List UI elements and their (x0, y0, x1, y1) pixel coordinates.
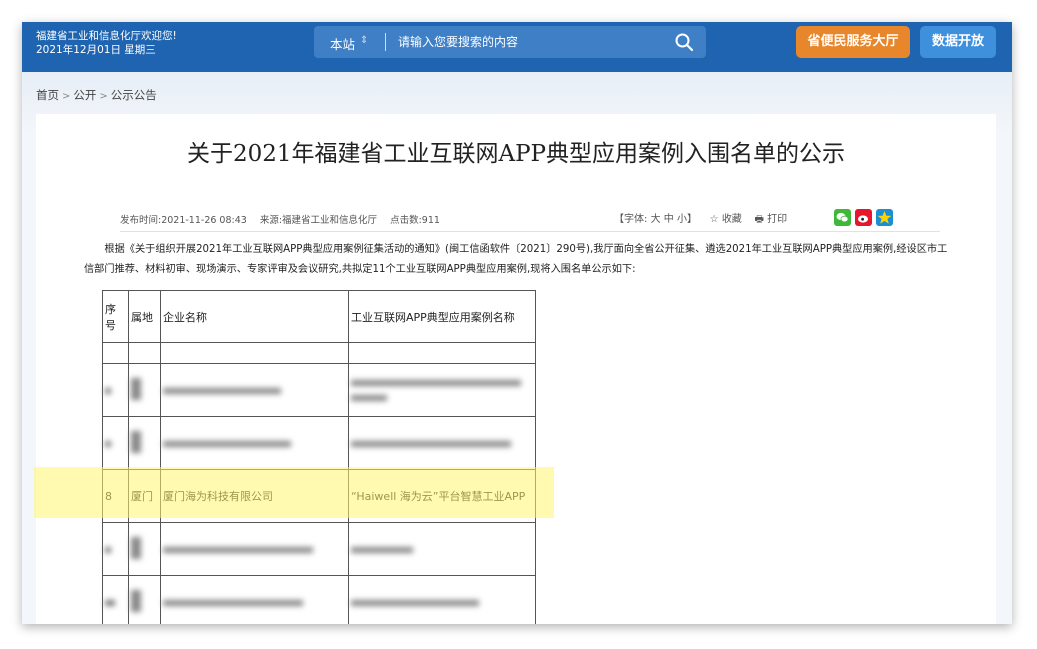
blurred-cell (102, 342, 129, 364)
intro-paragraph: 根据《关于组织开展2021年工业互联网APP典型应用案例征集活动的通知》(闽工信… (84, 244, 948, 275)
header-serial: 序号 (102, 290, 129, 343)
font-size-close: 】 (686, 214, 697, 225)
click-count: 点击数:911 (390, 215, 440, 226)
article-card: 关于2021年福建省工业互联网APP典型应用案例入围名单的公示 发布时间:202… (36, 114, 996, 624)
header-location: 属地 (128, 290, 161, 343)
cell-company: 厦门海为科技有限公司 (160, 469, 349, 523)
cell-app-case: “Haiwell 海为云”平台智慧工业APP (348, 469, 536, 523)
blurred-cell (160, 342, 349, 364)
blurred-cell (102, 575, 129, 624)
cell-serial: 8 (102, 469, 129, 523)
sort-arrows-icon[interactable]: ⇕ (360, 35, 368, 46)
blurred-cell (348, 342, 536, 364)
table-row-highlighted: 8 厦门 厦门海为科技有限公司 “Haiwell 海为云”平台智慧工业APP (102, 469, 536, 523)
weibo-icon[interactable] (855, 209, 872, 226)
wechat-icon[interactable] (834, 209, 851, 226)
breadcrumb: 首页 > 公开 > 公示公告 (36, 87, 157, 103)
share-icons (834, 207, 897, 226)
breadcrumb-announcements[interactable]: 公示公告 (111, 88, 157, 102)
star-icon: ☆ (709, 214, 719, 225)
breadcrumb-home[interactable]: 首页 (36, 88, 59, 102)
favorite-button[interactable]: ☆ 收藏 (710, 214, 742, 225)
blurred-cell (348, 363, 536, 417)
print-label: 打印 (767, 214, 788, 225)
blurred-cell (348, 575, 536, 624)
font-size-large[interactable]: 大 (651, 214, 661, 225)
meta-divider (120, 231, 940, 232)
blurred-cell (160, 575, 349, 624)
welcome-text: 福建省工业和信息化厅欢迎您! 2021年12月01日 星期三 (36, 29, 177, 57)
blurred-cell (128, 575, 161, 624)
blurred-cell (128, 522, 161, 576)
header-company: 企业名称 (160, 290, 349, 343)
search-divider (385, 33, 386, 51)
welcome-message: 福建省工业和信息化厅欢迎您! (36, 30, 177, 42)
search-scope-select[interactable]: 本站 (330, 34, 355, 53)
publish-time: 发布时间:2021-11-26 08:43 (120, 215, 247, 226)
table-row-blurred (102, 575, 536, 624)
search-input[interactable] (398, 32, 658, 52)
article-body: 根据《关于组织开展2021年工业互联网APP典型应用案例征集活动的通知》(闽工信… (84, 240, 954, 280)
blurred-cell (102, 363, 129, 417)
blurred-cell (160, 522, 349, 576)
font-size-small[interactable]: 小 (677, 214, 687, 225)
article-source: 来源:福建省工业和信息化厅 (259, 215, 378, 226)
current-date: 2021年12月01日 星期三 (36, 44, 156, 56)
blurred-cell (348, 416, 536, 470)
table-row-blurred (102, 416, 536, 470)
blurred-cell (128, 342, 161, 364)
blurred-cell (160, 416, 349, 470)
article-meta: 发布时间:2021-11-26 08:43 来源:福建省工业和信息化厅 点击数:… (120, 212, 450, 226)
qzone-icon[interactable] (876, 209, 893, 226)
browser-screenshot-frame: 福建省工业和信息化厅欢迎您! 2021年12月01日 星期三 本站 ⇕ 省便民服… (22, 22, 1012, 624)
print-button[interactable]: 🖶 打印 (755, 214, 788, 225)
article-title: 关于2021年福建省工业互联网APP典型应用案例入围名单的公示 (186, 141, 846, 167)
printer-icon: 🖶 (754, 214, 764, 225)
search-icon[interactable] (674, 32, 694, 52)
table-row-blurred (102, 342, 536, 364)
chevron-right-icon: > (62, 91, 71, 102)
font-size-label: 【字体: (614, 214, 648, 225)
service-hall-button[interactable]: 省便民服务大厅 (796, 26, 910, 58)
chevron-right-icon: > (99, 91, 108, 102)
table-row-blurred (102, 363, 536, 417)
blurred-cell (128, 363, 161, 417)
table-header-row: 序号 属地 企业名称 工业互联网APP典型应用案例名称 (102, 290, 536, 343)
blurred-cell (128, 416, 161, 470)
header-app-case: 工业互联网APP典型应用案例名称 (348, 290, 536, 343)
cell-location: 厦门 (128, 469, 161, 523)
shortlist-table: 序号 属地 企业名称 工业互联网APP典型应用案例名称 8 厦门 厦门海为科技有… (102, 290, 536, 624)
blurred-cell (160, 363, 349, 417)
search-bar: 本站 ⇕ (314, 26, 706, 58)
data-open-button[interactable]: 数据开放 (920, 26, 996, 58)
blurred-cell (348, 522, 536, 576)
breadcrumb-public[interactable]: 公开 (73, 88, 96, 102)
article-tools: 【字体: 大 中 小】 ☆ 收藏 🖶 打印 (614, 210, 787, 229)
font-size-medium[interactable]: 中 (664, 214, 674, 225)
blurred-cell (102, 522, 129, 576)
favorite-label: 收藏 (721, 214, 742, 225)
table-row-blurred (102, 522, 536, 576)
blurred-cell (102, 416, 129, 470)
site-header: 福建省工业和信息化厅欢迎您! 2021年12月01日 星期三 本站 ⇕ 省便民服… (22, 22, 1012, 72)
